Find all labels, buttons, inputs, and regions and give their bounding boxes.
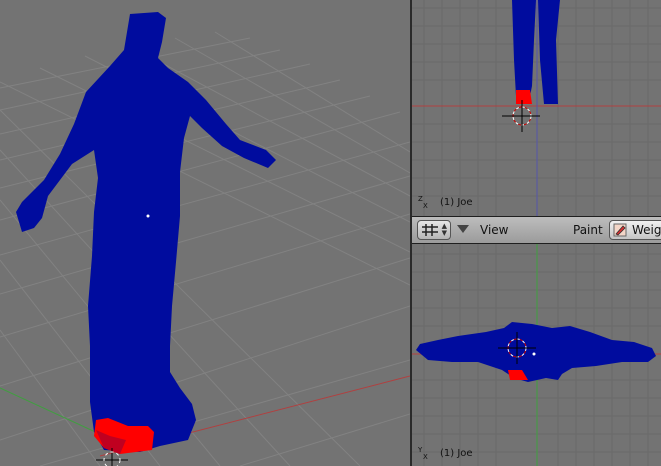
editor-type-button[interactable]: ▲ ▼ bbox=[417, 220, 451, 240]
perspective-scene bbox=[0, 12, 410, 466]
object-label: (1) Joe bbox=[440, 448, 473, 459]
weight-paint-label: Weig bbox=[632, 223, 661, 237]
weight-paint-foot[interactable] bbox=[516, 90, 532, 104]
mesh-legs[interactable] bbox=[512, 0, 560, 104]
object-origin-dot bbox=[146, 214, 150, 218]
header-collapse-triangle-icon[interactable] bbox=[457, 225, 469, 233]
updown-arrows-icon: ▲ ▼ bbox=[441, 222, 447, 237]
front-viewport[interactable]: Z X (1) Joe bbox=[412, 0, 661, 216]
viewport-header: ▲ ▼ View Paint Weig bbox=[412, 216, 661, 244]
mesh-arms[interactable] bbox=[416, 322, 656, 382]
3d-cursor-icon[interactable] bbox=[502, 100, 540, 132]
weight-paint-brush-icon bbox=[613, 223, 627, 237]
object-origin-dot bbox=[532, 352, 536, 356]
axis-gizmo-icon: Y X bbox=[418, 446, 428, 461]
top-scene bbox=[412, 244, 661, 466]
mode-label: Paint bbox=[573, 223, 603, 237]
weight-paint-mode-button[interactable]: Weig bbox=[609, 220, 661, 240]
grid-icon bbox=[422, 224, 438, 236]
mesh-body[interactable] bbox=[16, 12, 276, 452]
top-viewport[interactable]: Y X (1) Joe bbox=[412, 244, 661, 466]
object-label: (1) Joe bbox=[440, 197, 473, 208]
perspective-grid bbox=[0, 31, 410, 466]
view-menu[interactable]: View bbox=[480, 223, 508, 237]
perspective-viewport[interactable] bbox=[0, 0, 410, 466]
front-scene bbox=[412, 0, 661, 216]
axis-gizmo-icon: Z X bbox=[418, 195, 428, 210]
